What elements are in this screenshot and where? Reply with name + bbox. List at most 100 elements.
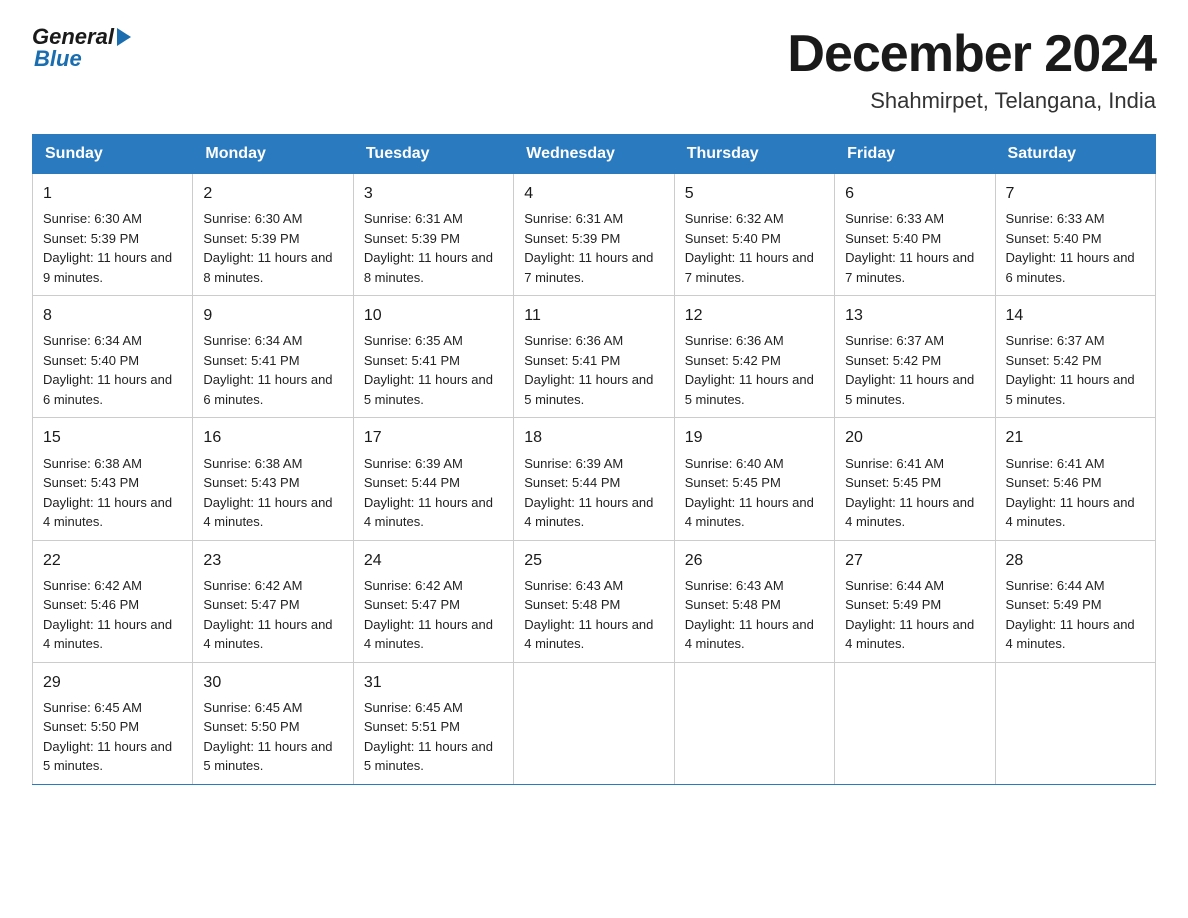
day-info: Sunrise: 6:45 AMSunset: 5:51 PMDaylight:… <box>364 698 503 776</box>
day-number: 2 <box>203 182 342 205</box>
calendar-week-row: 8 Sunrise: 6:34 AMSunset: 5:40 PMDaylight… <box>33 296 1156 418</box>
calendar-title: December 2024 <box>787 24 1156 84</box>
day-number: 11 <box>524 304 663 327</box>
day-info: Sunrise: 6:41 AMSunset: 5:46 PMDaylight:… <box>1006 454 1145 532</box>
calendar-cell: 25 Sunrise: 6:43 AMSunset: 5:48 PMDayligh… <box>514 540 674 662</box>
day-info: Sunrise: 6:42 AMSunset: 5:47 PMDaylight:… <box>364 576 503 654</box>
day-info: Sunrise: 6:44 AMSunset: 5:49 PMDaylight:… <box>1006 576 1145 654</box>
calendar-cell: 13 Sunrise: 6:37 AMSunset: 5:42 PMDayligh… <box>835 296 995 418</box>
calendar-cell: 3 Sunrise: 6:31 AMSunset: 5:39 PMDaylight… <box>353 174 513 296</box>
day-number: 24 <box>364 549 503 572</box>
calendar-cell <box>514 662 674 784</box>
day-info: Sunrise: 6:42 AMSunset: 5:46 PMDaylight:… <box>43 576 182 654</box>
day-number: 14 <box>1006 304 1145 327</box>
calendar-header-row: SundayMondayTuesdayWednesdayThursdayFrid… <box>33 135 1156 174</box>
day-info: Sunrise: 6:31 AMSunset: 5:39 PMDaylight:… <box>364 209 503 287</box>
day-number: 3 <box>364 182 503 205</box>
day-number: 22 <box>43 549 182 572</box>
day-number: 1 <box>43 182 182 205</box>
calendar-week-row: 1 Sunrise: 6:30 AMSunset: 5:39 PMDaylight… <box>33 174 1156 296</box>
calendar-cell: 11 Sunrise: 6:36 AMSunset: 5:41 PMDayligh… <box>514 296 674 418</box>
day-number: 16 <box>203 426 342 449</box>
col-header-sunday: Sunday <box>33 135 193 174</box>
day-number: 26 <box>685 549 824 572</box>
day-info: Sunrise: 6:33 AMSunset: 5:40 PMDaylight:… <box>1006 209 1145 287</box>
day-info: Sunrise: 6:36 AMSunset: 5:42 PMDaylight:… <box>685 331 824 409</box>
calendar-cell: 22 Sunrise: 6:42 AMSunset: 5:46 PMDayligh… <box>33 540 193 662</box>
calendar-cell: 26 Sunrise: 6:43 AMSunset: 5:48 PMDayligh… <box>674 540 834 662</box>
calendar-cell: 28 Sunrise: 6:44 AMSunset: 5:49 PMDayligh… <box>995 540 1155 662</box>
page-header: General Blue December 2024 Shahmirpet, T… <box>32 24 1156 114</box>
day-info: Sunrise: 6:43 AMSunset: 5:48 PMDaylight:… <box>685 576 824 654</box>
day-number: 21 <box>1006 426 1145 449</box>
calendar-cell <box>835 662 995 784</box>
calendar-cell: 16 Sunrise: 6:38 AMSunset: 5:43 PMDayligh… <box>193 418 353 540</box>
day-number: 29 <box>43 671 182 694</box>
day-info: Sunrise: 6:38 AMSunset: 5:43 PMDaylight:… <box>203 454 342 532</box>
day-number: 31 <box>364 671 503 694</box>
calendar-cell: 1 Sunrise: 6:30 AMSunset: 5:39 PMDaylight… <box>33 174 193 296</box>
day-info: Sunrise: 6:37 AMSunset: 5:42 PMDaylight:… <box>1006 331 1145 409</box>
day-number: 9 <box>203 304 342 327</box>
day-info: Sunrise: 6:44 AMSunset: 5:49 PMDaylight:… <box>845 576 984 654</box>
col-header-wednesday: Wednesday <box>514 135 674 174</box>
day-info: Sunrise: 6:39 AMSunset: 5:44 PMDaylight:… <box>364 454 503 532</box>
day-info: Sunrise: 6:37 AMSunset: 5:42 PMDaylight:… <box>845 331 984 409</box>
calendar-cell <box>995 662 1155 784</box>
day-info: Sunrise: 6:40 AMSunset: 5:45 PMDaylight:… <box>685 454 824 532</box>
calendar-cell: 15Sunrise: 6:38 AMSunset: 5:43 PMDayligh… <box>33 418 193 540</box>
col-header-monday: Monday <box>193 135 353 174</box>
day-number: 18 <box>524 426 663 449</box>
day-info: Sunrise: 6:38 AMSunset: 5:43 PMDaylight:… <box>43 454 182 532</box>
day-number: 5 <box>685 182 824 205</box>
day-number: 20 <box>845 426 984 449</box>
calendar-subtitle: Shahmirpet, Telangana, India <box>787 88 1156 114</box>
day-info: Sunrise: 6:34 AMSunset: 5:40 PMDaylight:… <box>43 331 182 409</box>
calendar-cell: 30 Sunrise: 6:45 AMSunset: 5:50 PMDayligh… <box>193 662 353 784</box>
day-number: 17 <box>364 426 503 449</box>
col-header-tuesday: Tuesday <box>353 135 513 174</box>
day-info: Sunrise: 6:32 AMSunset: 5:40 PMDaylight:… <box>685 209 824 287</box>
calendar-cell: 23 Sunrise: 6:42 AMSunset: 5:47 PMDayligh… <box>193 540 353 662</box>
calendar-cell: 21 Sunrise: 6:41 AMSunset: 5:46 PMDayligh… <box>995 418 1155 540</box>
calendar-cell: 6Sunrise: 6:33 AMSunset: 5:40 PMDaylight… <box>835 174 995 296</box>
day-number: 8 <box>43 304 182 327</box>
day-info: Sunrise: 6:34 AMSunset: 5:41 PMDaylight:… <box>203 331 342 409</box>
day-number: 23 <box>203 549 342 572</box>
day-number: 28 <box>1006 549 1145 572</box>
day-info: Sunrise: 6:43 AMSunset: 5:48 PMDaylight:… <box>524 576 663 654</box>
day-info: Sunrise: 6:36 AMSunset: 5:41 PMDaylight:… <box>524 331 663 409</box>
day-number: 6 <box>845 182 984 205</box>
calendar-cell: 20 Sunrise: 6:41 AMSunset: 5:45 PMDayligh… <box>835 418 995 540</box>
day-info: Sunrise: 6:45 AMSunset: 5:50 PMDaylight:… <box>203 698 342 776</box>
day-info: Sunrise: 6:39 AMSunset: 5:44 PMDaylight:… <box>524 454 663 532</box>
calendar-cell: 17 Sunrise: 6:39 AMSunset: 5:44 PMDayligh… <box>353 418 513 540</box>
calendar-cell: 27 Sunrise: 6:44 AMSunset: 5:49 PMDayligh… <box>835 540 995 662</box>
calendar-week-row: 29 Sunrise: 6:45 AMSunset: 5:50 PMDayligh… <box>33 662 1156 784</box>
day-number: 25 <box>524 549 663 572</box>
calendar-cell: 24 Sunrise: 6:42 AMSunset: 5:47 PMDayligh… <box>353 540 513 662</box>
day-info: Sunrise: 6:30 AMSunset: 5:39 PMDaylight:… <box>43 209 182 287</box>
day-number: 19 <box>685 426 824 449</box>
day-number: 27 <box>845 549 984 572</box>
day-number: 13 <box>845 304 984 327</box>
day-number: 10 <box>364 304 503 327</box>
calendar-cell: 12 Sunrise: 6:36 AMSunset: 5:42 PMDayligh… <box>674 296 834 418</box>
day-number: 30 <box>203 671 342 694</box>
calendar-cell: 10Sunrise: 6:35 AMSunset: 5:41 PMDayligh… <box>353 296 513 418</box>
day-number: 12 <box>685 304 824 327</box>
calendar-cell: 18 Sunrise: 6:39 AMSunset: 5:44 PMDayligh… <box>514 418 674 540</box>
calendar-cell: 5 Sunrise: 6:32 AMSunset: 5:40 PMDaylight… <box>674 174 834 296</box>
calendar-cell: 8 Sunrise: 6:34 AMSunset: 5:40 PMDaylight… <box>33 296 193 418</box>
col-header-friday: Friday <box>835 135 995 174</box>
calendar-week-row: 15Sunrise: 6:38 AMSunset: 5:43 PMDayligh… <box>33 418 1156 540</box>
day-info: Sunrise: 6:42 AMSunset: 5:47 PMDaylight:… <box>203 576 342 654</box>
calendar-table: SundayMondayTuesdayWednesdayThursdayFrid… <box>32 134 1156 785</box>
calendar-cell: 31 Sunrise: 6:45 AMSunset: 5:51 PMDayligh… <box>353 662 513 784</box>
calendar-cell: 29Sunrise: 6:45 AMSunset: 5:50 PMDayligh… <box>33 662 193 784</box>
day-info: Sunrise: 6:41 AMSunset: 5:45 PMDaylight:… <box>845 454 984 532</box>
title-section: December 2024 Shahmirpet, Telangana, Ind… <box>787 24 1156 114</box>
col-header-saturday: Saturday <box>995 135 1155 174</box>
day-info: Sunrise: 6:31 AMSunset: 5:39 PMDaylight:… <box>524 209 663 287</box>
logo: General Blue <box>32 24 131 72</box>
